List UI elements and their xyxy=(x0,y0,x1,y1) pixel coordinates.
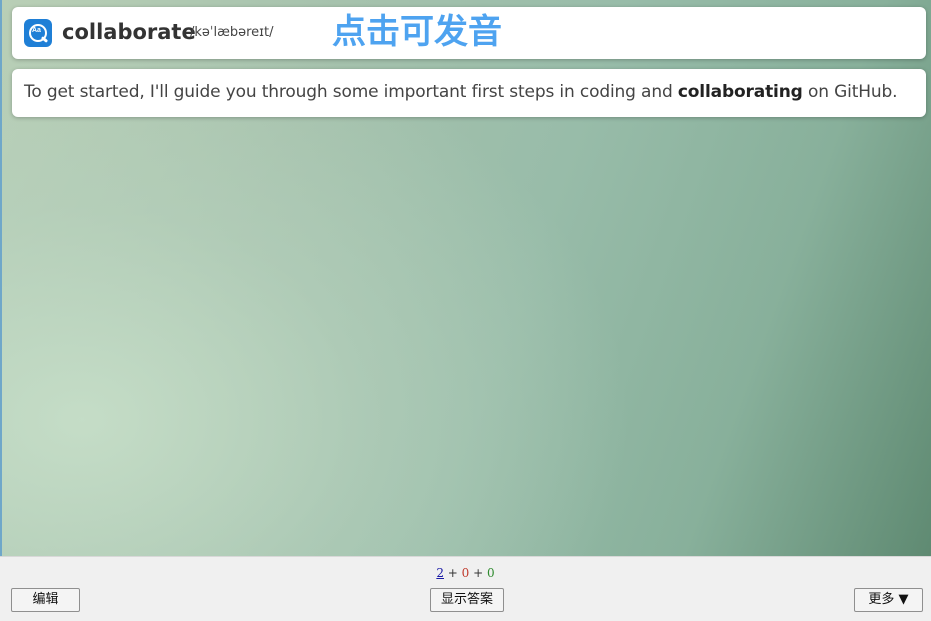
edit-button[interactable]: 编辑 xyxy=(11,588,80,612)
dictionary-app-icon[interactable]: Aa xyxy=(24,19,52,47)
word-header-card: Aa collaborate /kəˈlæbəreɪt/ 点击可发音 xyxy=(12,7,926,59)
sentence-after: on GitHub. xyxy=(802,82,898,102)
headword: collaborate xyxy=(62,20,196,44)
pronounce-link[interactable]: 点击可发音 xyxy=(332,12,502,53)
sentence-before: To get started, I'll guide you through s… xyxy=(24,82,678,102)
new-count[interactable]: 2 xyxy=(436,566,444,580)
count-separator: + xyxy=(443,566,462,580)
sentence-highlight: collaborating xyxy=(677,82,803,102)
example-sentence: To get started, I'll guide you through s… xyxy=(24,82,898,102)
show-answer-button[interactable]: 显示答案 xyxy=(430,588,504,612)
phonetic-transcription: /kəˈlæbəreɪt/ xyxy=(190,25,274,40)
due-count: 0 xyxy=(487,566,495,580)
more-button[interactable]: 更多 ▼ xyxy=(854,588,923,612)
card-background: Aa collaborate /kəˈlæbəreɪt/ 点击可发音 To ge… xyxy=(0,0,931,556)
review-bottom-bar: 2 + 0 + 0 编辑 显示答案 更多 ▼ xyxy=(0,556,931,621)
remaining-counts: 2 + 0 + 0 xyxy=(0,566,931,580)
example-sentence-card: To get started, I'll guide you through s… xyxy=(12,69,926,117)
count-separator: + xyxy=(469,566,487,580)
